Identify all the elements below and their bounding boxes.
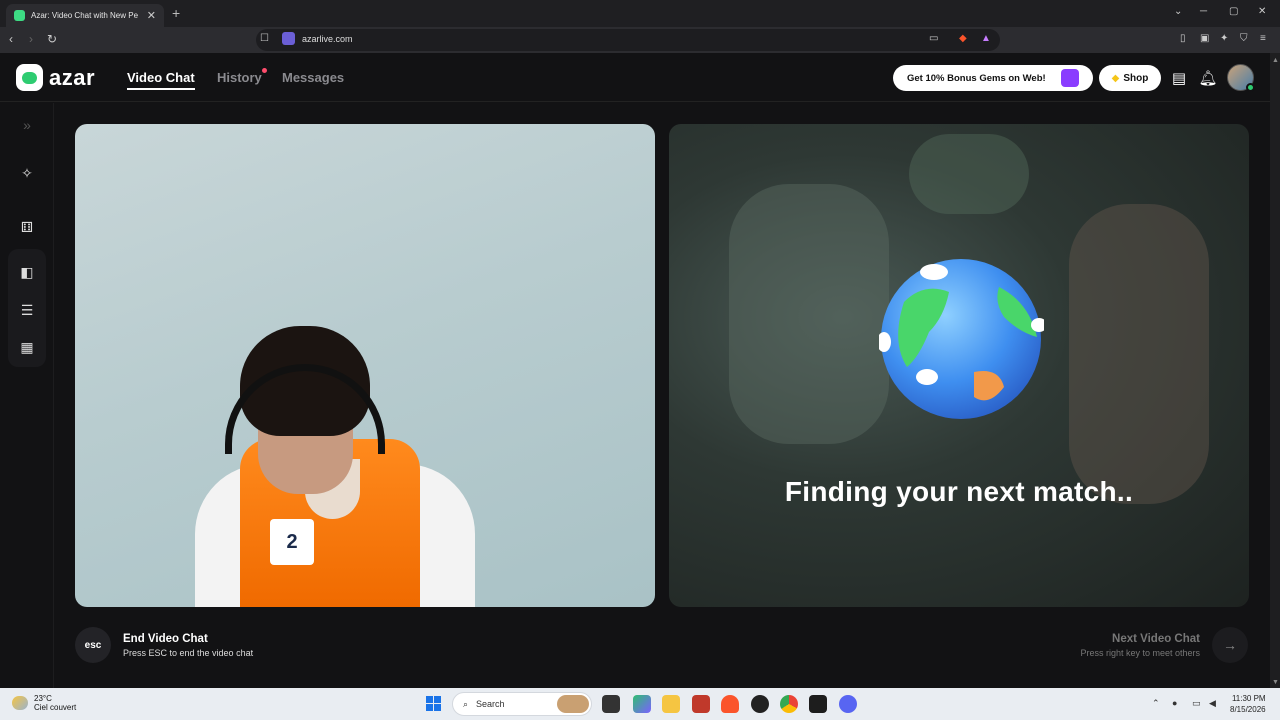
minimize-icon[interactable]: ─ [1200,6,1207,17]
date: 8/15/2026 [1230,705,1266,714]
close-tab-icon[interactable]: ✕ [147,9,156,22]
azar-logo[interactable]: azar [16,64,95,91]
magic-wand-icon[interactable]: ✧ [12,158,42,188]
menu-icon[interactable]: ≡ [1260,33,1266,44]
bell-icon[interactable]: 🔔︎ [1198,68,1218,88]
time: 11:30 PM [1231,694,1266,703]
copilot-icon[interactable] [633,695,651,713]
discord-icon[interactable] [839,695,857,713]
layout-side-by-side-icon[interactable]: ◧ [12,257,42,287]
layout-grid-icon[interactable]: ▦ [12,332,42,362]
weather-widget[interactable]: 23°C Ciel couvert [12,694,76,712]
remote-match-view: Finding your next match.. [669,124,1249,607]
temperature: 23°C [34,694,52,703]
leo-ai-icon[interactable]: ✦ [1220,33,1228,44]
wallet-icon[interactable]: ▣ [1200,33,1209,44]
scroll-down-icon[interactable]: ▼ [1272,679,1279,686]
tab-search-icon[interactable]: ⌄ [1174,6,1182,17]
windows-start-icon[interactable] [426,696,441,711]
user-camera-feed: 2 [195,324,475,607]
cloudy-weather-icon [12,696,28,710]
brave-shield-icon[interactable]: ◆ [959,33,967,44]
network-icon[interactable]: ▭ [1192,698,1201,709]
back-icon[interactable]: ‹ [9,32,13,46]
obs-icon[interactable] [751,695,769,713]
reload-icon[interactable]: ↻ [47,32,57,46]
search-icon: ⌕ [463,698,469,709]
address-bar[interactable]: ☐ azarlive.com ▭ ◆ ▲ [256,29,1000,51]
scroll-up-icon[interactable]: ▲ [1272,57,1279,64]
new-tab-button[interactable]: + [172,5,180,21]
search-label: Search [476,699,505,709]
volume-icon[interactable]: ◀ [1209,698,1216,709]
end-chat-hint: Press ESC to end the video chat [123,647,254,658]
end-chat-title: End Video Chat [123,632,208,645]
nav-history[interactable]: History [217,70,262,85]
local-camera-view: 2 [75,124,655,607]
bonus-gems-promo-button[interactable]: Get 10% Bonus Gems on Web! [893,65,1093,91]
shop-label: Shop [1123,72,1149,84]
cast-icon[interactable]: ▭ [929,33,938,44]
next-chat-title: Next Video Chat [1112,632,1200,645]
chrome-icon[interactable] [780,695,798,713]
forward-icon[interactable]: › [29,32,33,46]
inbox-icon[interactable]: ▤ [1169,68,1189,88]
top-navigation: azar Video Chat History Messages Get 10%… [0,53,1270,102]
tab-title: Azar: Video Chat with New Pe [31,11,139,20]
finding-match-status: Finding your next match.. [784,476,1134,507]
nav-video-chat[interactable]: Video Chat [127,70,195,90]
tray-overflow-icon[interactable]: ⌃ [1152,698,1160,709]
close-window-icon[interactable]: ✕ [1258,6,1266,17]
gift-icon [1061,69,1079,87]
azar-logo-icon [16,64,43,91]
bookmark-icon[interactable]: ☐ [260,33,269,44]
system-clock[interactable]: 11:30 PM 8/15/2026 [1230,693,1266,715]
vpn-icon[interactable]: ⛉ [1240,33,1248,44]
weather-condition: Ciel couvert [34,703,77,712]
globe-icon [879,259,1044,419]
taskbar-search[interactable]: ⌕ Search [452,692,592,716]
profile-avatar[interactable] [1227,64,1255,92]
microphone-icon[interactable]: ● [1172,698,1177,708]
esc-key-button[interactable]: esc [75,627,111,663]
recorder-app-icon[interactable] [692,695,710,713]
expand-icon[interactable]: » [12,110,42,140]
browser-toolbar: ‹ › ↻ ☐ azarlive.com ▭ ◆ ▲ ▯ ▣ ✦ ⛉ ≡ [0,27,1280,53]
arrow-right-icon[interactable]: → [1212,627,1248,663]
brave-rewards-icon[interactable]: ▲ [981,33,991,44]
next-video-chat-control[interactable]: Next Video Chat Press right key to meet … [1080,627,1248,663]
gem-icon: ◆ [1111,72,1120,84]
page-scrollbar[interactable]: ▲ ▼ [1270,53,1280,688]
end-video-chat-control[interactable]: esc End Video Chat Press ESC to end the … [75,627,253,663]
left-sidebar: » ✧ ⚅ ◧ ☰ ▦ [0,103,54,688]
browser-tab[interactable]: Azar: Video Chat with New Pe ✕ [6,4,164,27]
search-highlight-image [557,695,589,713]
layout-stacked-icon[interactable]: ☰ [12,295,42,325]
next-chat-hint: Press right key to meet others [1080,647,1200,658]
dice-icon[interactable]: ⚅ [12,212,42,242]
shop-button[interactable]: ◆ Shop [1099,65,1161,91]
team-logo: 2 [270,519,314,565]
logo-wordmark: azar [49,64,96,90]
url-text: azarlive.com [302,34,353,44]
azar-app: azar Video Chat History Messages Get 10%… [0,53,1270,688]
browser-tab-strip: Azar: Video Chat with New Pe ✕ + ⌄ ─ ▢ ✕ [0,0,1280,27]
sidebar-toggle-icon[interactable]: ▯ [1180,33,1186,44]
azar-favicon-icon [14,10,25,21]
promo-label: Get 10% Bonus Gems on Web! [907,72,1046,84]
terminal-icon[interactable] [809,695,827,713]
nav-messages[interactable]: Messages [282,70,344,85]
maximize-icon[interactable]: ▢ [1229,6,1238,17]
file-explorer-icon[interactable] [662,695,680,713]
history-notification-dot [262,68,267,73]
task-view-icon[interactable] [602,695,620,713]
brave-browser-icon[interactable] [721,695,739,713]
site-info-icon[interactable] [282,32,295,45]
windows-taskbar: 23°C Ciel couvert ⌕ Search ⌃ ● ▭ ◀ 11:30… [0,688,1280,720]
online-status-dot [1246,83,1255,92]
